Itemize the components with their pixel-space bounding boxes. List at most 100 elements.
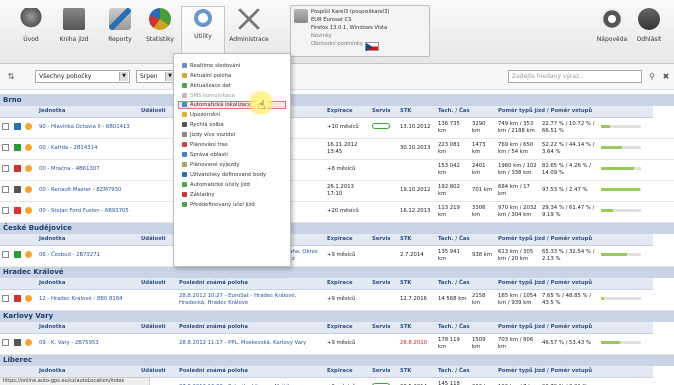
column-header[interactable]: Události [139, 106, 177, 118]
row-checkbox[interactable] [0, 138, 12, 160]
menu-item-realtime[interactable]: Realtime sledování [182, 63, 240, 71]
column-header[interactable]: Události [139, 234, 177, 246]
column-header[interactable]: STK [398, 322, 436, 334]
column-header[interactable]: STK [398, 278, 436, 290]
row-checkbox[interactable] [0, 201, 12, 223]
column-header[interactable]: STK [398, 106, 436, 118]
menu-item-alerts[interactable]: Upozornění [182, 112, 220, 120]
column-header[interactable]: Expirace [325, 234, 370, 246]
menu-item-sms[interactable]: SMS komunikace [182, 93, 235, 101]
column-header[interactable]: Expirace [325, 322, 370, 334]
column-header[interactable]: Servis [370, 322, 398, 334]
menu-item-route-planning[interactable]: Plánování tras [182, 142, 228, 150]
menu-item-bases[interactable]: Základny [182, 192, 215, 200]
column-header[interactable]: Události [139, 322, 177, 334]
menu-item-auto-purpose[interactable]: Automatické účely jízd [182, 182, 250, 190]
column-header[interactable]: Poslední známá poloha [177, 322, 325, 334]
column-header[interactable]: STK [398, 366, 436, 378]
unit-name[interactable]: 00 - Mračna - 4B61307 [37, 159, 139, 181]
last-position[interactable]: 27.8.2012 16:00 - Pobočka Liberec, Mrští… [177, 377, 325, 385]
column-header[interactable]: STK [398, 234, 436, 246]
unit-name[interactable]: 00 - Renault Master - 8ZM7930 [37, 180, 139, 202]
menu-item-predefined-purpose[interactable]: Předdefinovaný účel jízd [182, 202, 255, 210]
nav-logout[interactable]: Odhlásit [627, 6, 671, 60]
column-header[interactable]: Poslední známá poloha [177, 278, 325, 290]
column-header[interactable]: Jednotka [37, 322, 139, 334]
ratio-bar [599, 201, 653, 223]
menu-item-multi-vehicle[interactable]: Jízdy více vozidel [182, 132, 235, 140]
menu-item-current-position[interactable]: Aktuální poloha [182, 73, 231, 81]
unit-name[interactable]: 06 - Česbud - 2B73271 [37, 245, 139, 267]
nav-reports[interactable]: Reporty [98, 6, 142, 60]
user-name: Pospíšil Karel3 (pospisilkarel3) [311, 9, 390, 15]
last-position[interactable]: 28.8.2012 11:17 - PPL, Moskevská, Karlov… [177, 333, 325, 355]
column-header[interactable]: Poměr typů jízd / Poměr vstupů [496, 366, 653, 378]
nav-statistics[interactable]: Statistiky [138, 6, 182, 60]
news-link[interactable]: Novinky [311, 33, 332, 39]
nav-home[interactable]: Úvod [9, 6, 53, 60]
menu-item-quick-choice[interactable]: Rychlá volba [182, 122, 224, 130]
row-checkbox[interactable] [0, 289, 12, 311]
menu-item-user-points[interactable]: Uživatelsky definované body [182, 172, 266, 180]
unit-name[interactable]: 00 - Stejan Ford Fusion - 6B93705 [37, 201, 139, 223]
last-position[interactable]: 28.8.2012 10:27 - EuroSat - Hradec Králo… [177, 289, 325, 311]
column-header[interactable]: Poslední známá poloha [177, 366, 325, 378]
menu-item-update-data[interactable]: Aktualizace dat [182, 83, 231, 91]
row-checkbox[interactable] [0, 245, 12, 267]
nav-logbook[interactable]: Kniha jízd [52, 6, 96, 60]
row-checkbox[interactable] [0, 117, 12, 139]
column-header[interactable]: Expirace [325, 106, 370, 118]
column-header[interactable]: Servis [370, 106, 398, 118]
month-select[interactable]: Srpen ▼ [136, 70, 176, 83]
sort-icon[interactable]: ⇅ [5, 70, 17, 83]
utility-dropdown-menu: Realtime sledování Aktuální poloha Aktua… [173, 53, 291, 267]
column-header[interactable]: Tach. / Čas [436, 234, 496, 246]
table-row[interactable]: 12 - Hradec Králové - 8B0 8184 28.8.2012 … [0, 289, 674, 311]
table-row[interactable]: 90 - Hlavinka Octavia II - 6B01413aru, Č… [0, 117, 674, 139]
column-header[interactable]: Expirace [325, 278, 370, 290]
column-header[interactable]: Servis [370, 234, 398, 246]
czech-flag-icon[interactable] [365, 42, 379, 51]
row-checkbox[interactable] [0, 180, 12, 202]
column-header[interactable]: Poměr typů jízd / Poměr vstupů [496, 234, 653, 246]
column-header[interactable]: Poměr typů jízd / Poměr vstupů [496, 322, 653, 334]
column-header[interactable]: Servis [370, 366, 398, 378]
menu-item-areas[interactable]: Správa oblastí [182, 152, 228, 160]
search-input[interactable]: Zadejte hledaný výraz... [508, 70, 642, 83]
unit-name[interactable]: 00 - Kafrda - 2B14314 [37, 138, 139, 160]
unit-name[interactable]: 12 - Hradec Králové - 8B0 8184 [37, 289, 139, 311]
column-header[interactable]: Jednotka [37, 234, 139, 246]
column-header[interactable]: Servis [370, 278, 398, 290]
table-row[interactable]: 06 - Česbud - 2B7327125.8.2012 19:48 - V… [0, 245, 674, 267]
column-header[interactable]: Tach. / Čas [436, 366, 496, 378]
column-header[interactable]: Tach. / Čas [436, 106, 496, 118]
column-header[interactable]: Poměr typů jízd / Poměr vstupů [496, 106, 653, 118]
column-header[interactable]: Události [139, 366, 177, 378]
table-row[interactable]: 09 - K. Vary - 2B75953 28.8.2012 11:17 - … [0, 333, 674, 355]
table-row[interactable]: 00 - Mračna - 4B61307 +8 měsíců 153 042 km… [0, 159, 674, 181]
search-icon[interactable]: ⚲ [646, 70, 658, 83]
column-header[interactable]: Expirace [325, 366, 370, 378]
table-row[interactable]: 00 - Kafrda - 2B14314osat CS, Karásek,16… [0, 138, 674, 160]
trip-type-ratio: 97.53 % / 2.47 % [540, 180, 599, 202]
position-icon [182, 73, 187, 78]
column-header[interactable]: Jednotka [37, 366, 139, 378]
column-header[interactable]: Jednotka [37, 278, 139, 290]
column-header[interactable]: Tach. / Čas [436, 278, 496, 290]
column-header[interactable]: Tach. / Čas [436, 322, 496, 334]
terms-link[interactable]: Obchodní podmínky [311, 41, 363, 47]
column-header[interactable]: Jednotka [37, 106, 139, 118]
column-header[interactable]: Události [139, 278, 177, 290]
row-checkbox[interactable] [0, 159, 12, 181]
table-row[interactable]: 00 - Stejan Ford Fusion - 6B9370561, Brn… [0, 201, 674, 223]
status-icon [23, 289, 37, 311]
nav-admin[interactable]: Administrace [227, 6, 271, 60]
column-header[interactable]: Poměr typů jízd / Poměr vstupů [496, 278, 653, 290]
menu-item-planned-trips[interactable]: Plánované výjezdy [182, 162, 239, 170]
branch-select[interactable]: Všechny pobočky ▼ [35, 70, 130, 83]
clear-icon[interactable]: ✖ [660, 70, 672, 83]
unit-name[interactable]: 09 - K. Vary - 2B75953 [37, 333, 139, 355]
table-row[interactable]: 00 - Renault Master - 8ZM7930osat CS, Ka… [0, 180, 674, 202]
row-checkbox[interactable] [0, 333, 12, 355]
unit-name[interactable]: 90 - Hlavinka Octavia II - 6B01413 [37, 117, 139, 139]
